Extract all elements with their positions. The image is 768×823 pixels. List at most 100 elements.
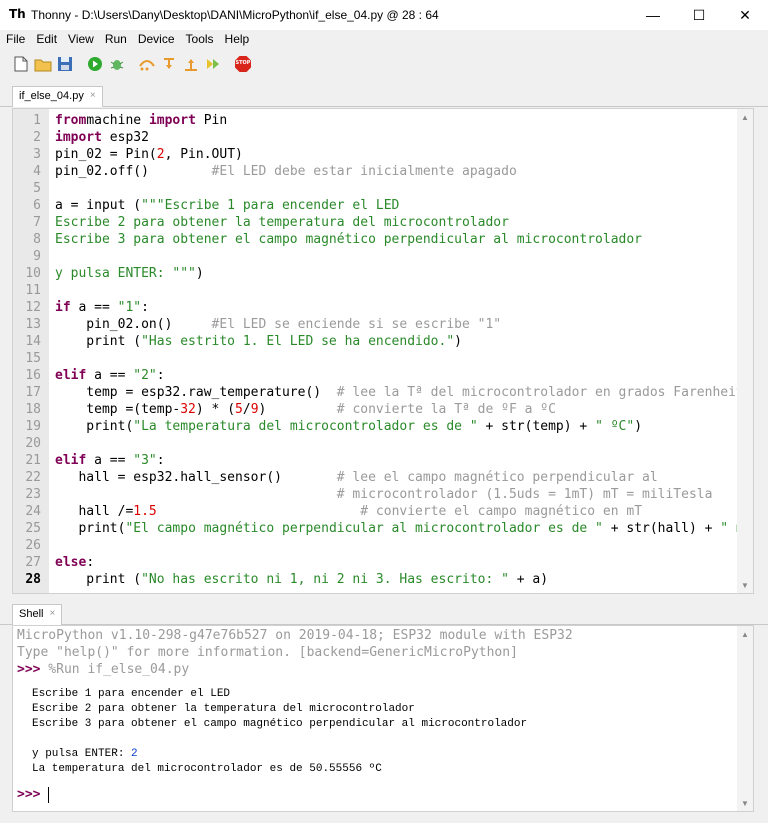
minimize-button[interactable]: — (630, 0, 676, 30)
code-editor[interactable]: 1 2 3 4 5 6 7 8 9 10 11 12 13 14 15 16 17 18 19 20 21 22 23 24 2… (12, 108, 754, 594)
stop-icon[interactable]: STOP (234, 55, 252, 73)
code-line[interactable]: # microcontrolador (1.5uds = 1mT) mT = m… (55, 486, 713, 503)
save-icon[interactable] (56, 55, 74, 73)
code-line[interactable]: y pulsa ENTER: """) (55, 265, 204, 282)
close-button[interactable]: ✕ (722, 0, 768, 30)
tab-shell[interactable]: Shell × (12, 604, 63, 625)
code-token: import (55, 130, 102, 145)
line-number: 18 (25, 402, 41, 417)
code-line[interactable]: pin_02.on() #El LED se enciende si se es… (55, 316, 501, 333)
code-token: ) (454, 334, 462, 349)
code-line[interactable]: if a == "1": (55, 299, 149, 316)
close-tab-icon[interactable]: × (90, 90, 96, 107)
maximize-button[interactable]: ☐ (676, 0, 722, 30)
code-token: # convierte la Tª de ºF a ºC (336, 402, 556, 417)
shell-enter-prompt: y pulsa ENTER: (32, 748, 132, 760)
debug-icon[interactable] (108, 55, 126, 73)
code-token: "No has escrito ni 1, ni 2 ni 3. Has esc… (141, 572, 509, 587)
menu-help[interactable]: Help (219, 32, 255, 46)
close-shell-tab-icon[interactable]: × (49, 608, 55, 625)
code-token: Escribe 2 para obtener la temperatura de… (55, 215, 509, 230)
code-token: "2" (133, 368, 157, 383)
code-token: : (156, 368, 165, 383)
new-file-icon[interactable] (12, 55, 30, 73)
menu-edit[interactable]: Edit (30, 32, 62, 46)
code-token: import (148, 113, 196, 128)
shell-tab-label: Shell (19, 608, 44, 620)
line-number: 7 (33, 215, 41, 230)
line-number: 4 (33, 164, 41, 179)
code-token: a == (70, 300, 118, 315)
run-icon[interactable] (86, 55, 104, 73)
scroll-down-icon[interactable]: ▼ (737, 577, 753, 593)
code-line[interactable]: pin_02 = Pin(2, Pin.OUT) (55, 146, 243, 163)
tab-if-else-04[interactable]: if_else_04.py × (12, 86, 103, 107)
code-token: 1.5 (133, 504, 157, 519)
code-token: # lee la Tª del microcontrolador en grad… (336, 385, 744, 400)
open-folder-icon[interactable] (34, 55, 52, 73)
code-line[interactable]: a = input ("""Escribe 1 para encender el… (55, 197, 399, 214)
shell-output-line: La temperatura del microcontrolador es d… (32, 763, 382, 775)
menu-device[interactable]: Device (132, 32, 180, 46)
shell-scroll-up-icon[interactable]: ▲ (737, 626, 753, 642)
stop-label: STOP (235, 60, 251, 66)
title-bar: Th Thonny - D:\Users\Dany\Desktop\DANI\M… (0, 0, 768, 30)
step-out-icon[interactable] (182, 55, 200, 73)
menu-file[interactable]: File (0, 32, 30, 46)
menu-tools[interactable]: Tools (180, 32, 219, 46)
shell-scroll-down-icon[interactable]: ▼ (737, 795, 753, 811)
code-line[interactable]: Escribe 2 para obtener la temperatura de… (55, 214, 509, 231)
resume-icon[interactable] (204, 55, 222, 73)
code-token: : (141, 300, 149, 315)
code-token: a == (86, 453, 134, 468)
code-line[interactable]: temp = esp32.raw_temperature() # lee la … (55, 384, 744, 401)
code-token: ) (195, 266, 204, 281)
code-line[interactable]: print("La temperatura del microcontrolad… (55, 418, 642, 435)
text-cursor (48, 786, 50, 803)
menu-run[interactable]: Run (99, 32, 132, 46)
step-over-icon[interactable] (138, 55, 156, 73)
code-token: print ( (55, 334, 142, 349)
code-token: #El LED debe estar inicialmente apagado (211, 164, 517, 179)
code-line[interactable]: print("El campo magnético perpendicular … (55, 520, 753, 537)
code-line[interactable]: pin_02.off() #El LED debe estar inicialm… (55, 163, 517, 180)
code-line[interactable]: hall = esp32.hall_sensor() # lee el camp… (55, 469, 657, 486)
code-line[interactable]: print ("No has escrito ni 1, ni 2 ni 3. … (55, 571, 548, 588)
code-line[interactable]: elif a == "2": (55, 367, 165, 384)
code-token: a = input ( (55, 198, 142, 213)
code-line[interactable]: import esp32 (55, 129, 149, 146)
step-into-icon[interactable] (160, 55, 178, 73)
editor-tab-bar: if_else_04.py × (0, 85, 768, 107)
shell-panel[interactable]: MicroPython v1.10-298-g47e76b527 on 2019… (12, 625, 754, 812)
code-line[interactable]: elif a == "3": (55, 452, 165, 469)
shell-output-line: y pulsa ENTER: 2 (32, 747, 138, 762)
code-line[interactable]: print ("Has estrito 1. El LED se ha ence… (55, 333, 462, 350)
line-number: 1 (33, 113, 41, 128)
shell-run-command: %Run if_else_04.py (40, 662, 190, 677)
code-token: " ºC" (595, 419, 635, 434)
shell-output-line: Escribe 1 para encender el LED (32, 688, 231, 700)
code-line[interactable]: hall /=1.5 # convierte el campo magnétic… (55, 503, 642, 520)
editor-scrollbar[interactable]: ▲ ▼ (737, 109, 753, 593)
code-line[interactable]: temp =(temp-32) * (5/9) # convierte la T… (55, 401, 556, 418)
code-line[interactable]: Escribe 3 para obtener el campo magnétic… (55, 231, 642, 248)
code-token: esp32 (101, 130, 149, 145)
code-area[interactable]: frommachine import Pin import esp32 pin_02… (49, 109, 753, 593)
shell-input-line[interactable]: >>> (17, 786, 50, 803)
shell-scrollbar[interactable]: ▲ ▼ (737, 626, 753, 811)
code-line[interactable]: else: (55, 554, 94, 571)
shell-banner-help: Type "help()" for more information. [bac… (17, 645, 518, 660)
line-number: 24 (25, 504, 41, 519)
menu-view[interactable]: View (62, 32, 99, 46)
code-token: hall = esp32.hall_sensor() (55, 470, 337, 485)
code-token: hall /= (55, 504, 134, 519)
code-token: ) * ( (195, 402, 236, 417)
code-line[interactable]: frommachine import Pin (55, 112, 227, 129)
line-number: 11 (25, 283, 41, 298)
thonny-logo-icon: Th (9, 7, 26, 21)
line-number: 17 (25, 385, 41, 400)
code-token: """Escribe 1 para encender el LED (141, 198, 400, 213)
scroll-up-icon[interactable]: ▲ (737, 109, 753, 125)
code-token: a == (86, 368, 134, 383)
